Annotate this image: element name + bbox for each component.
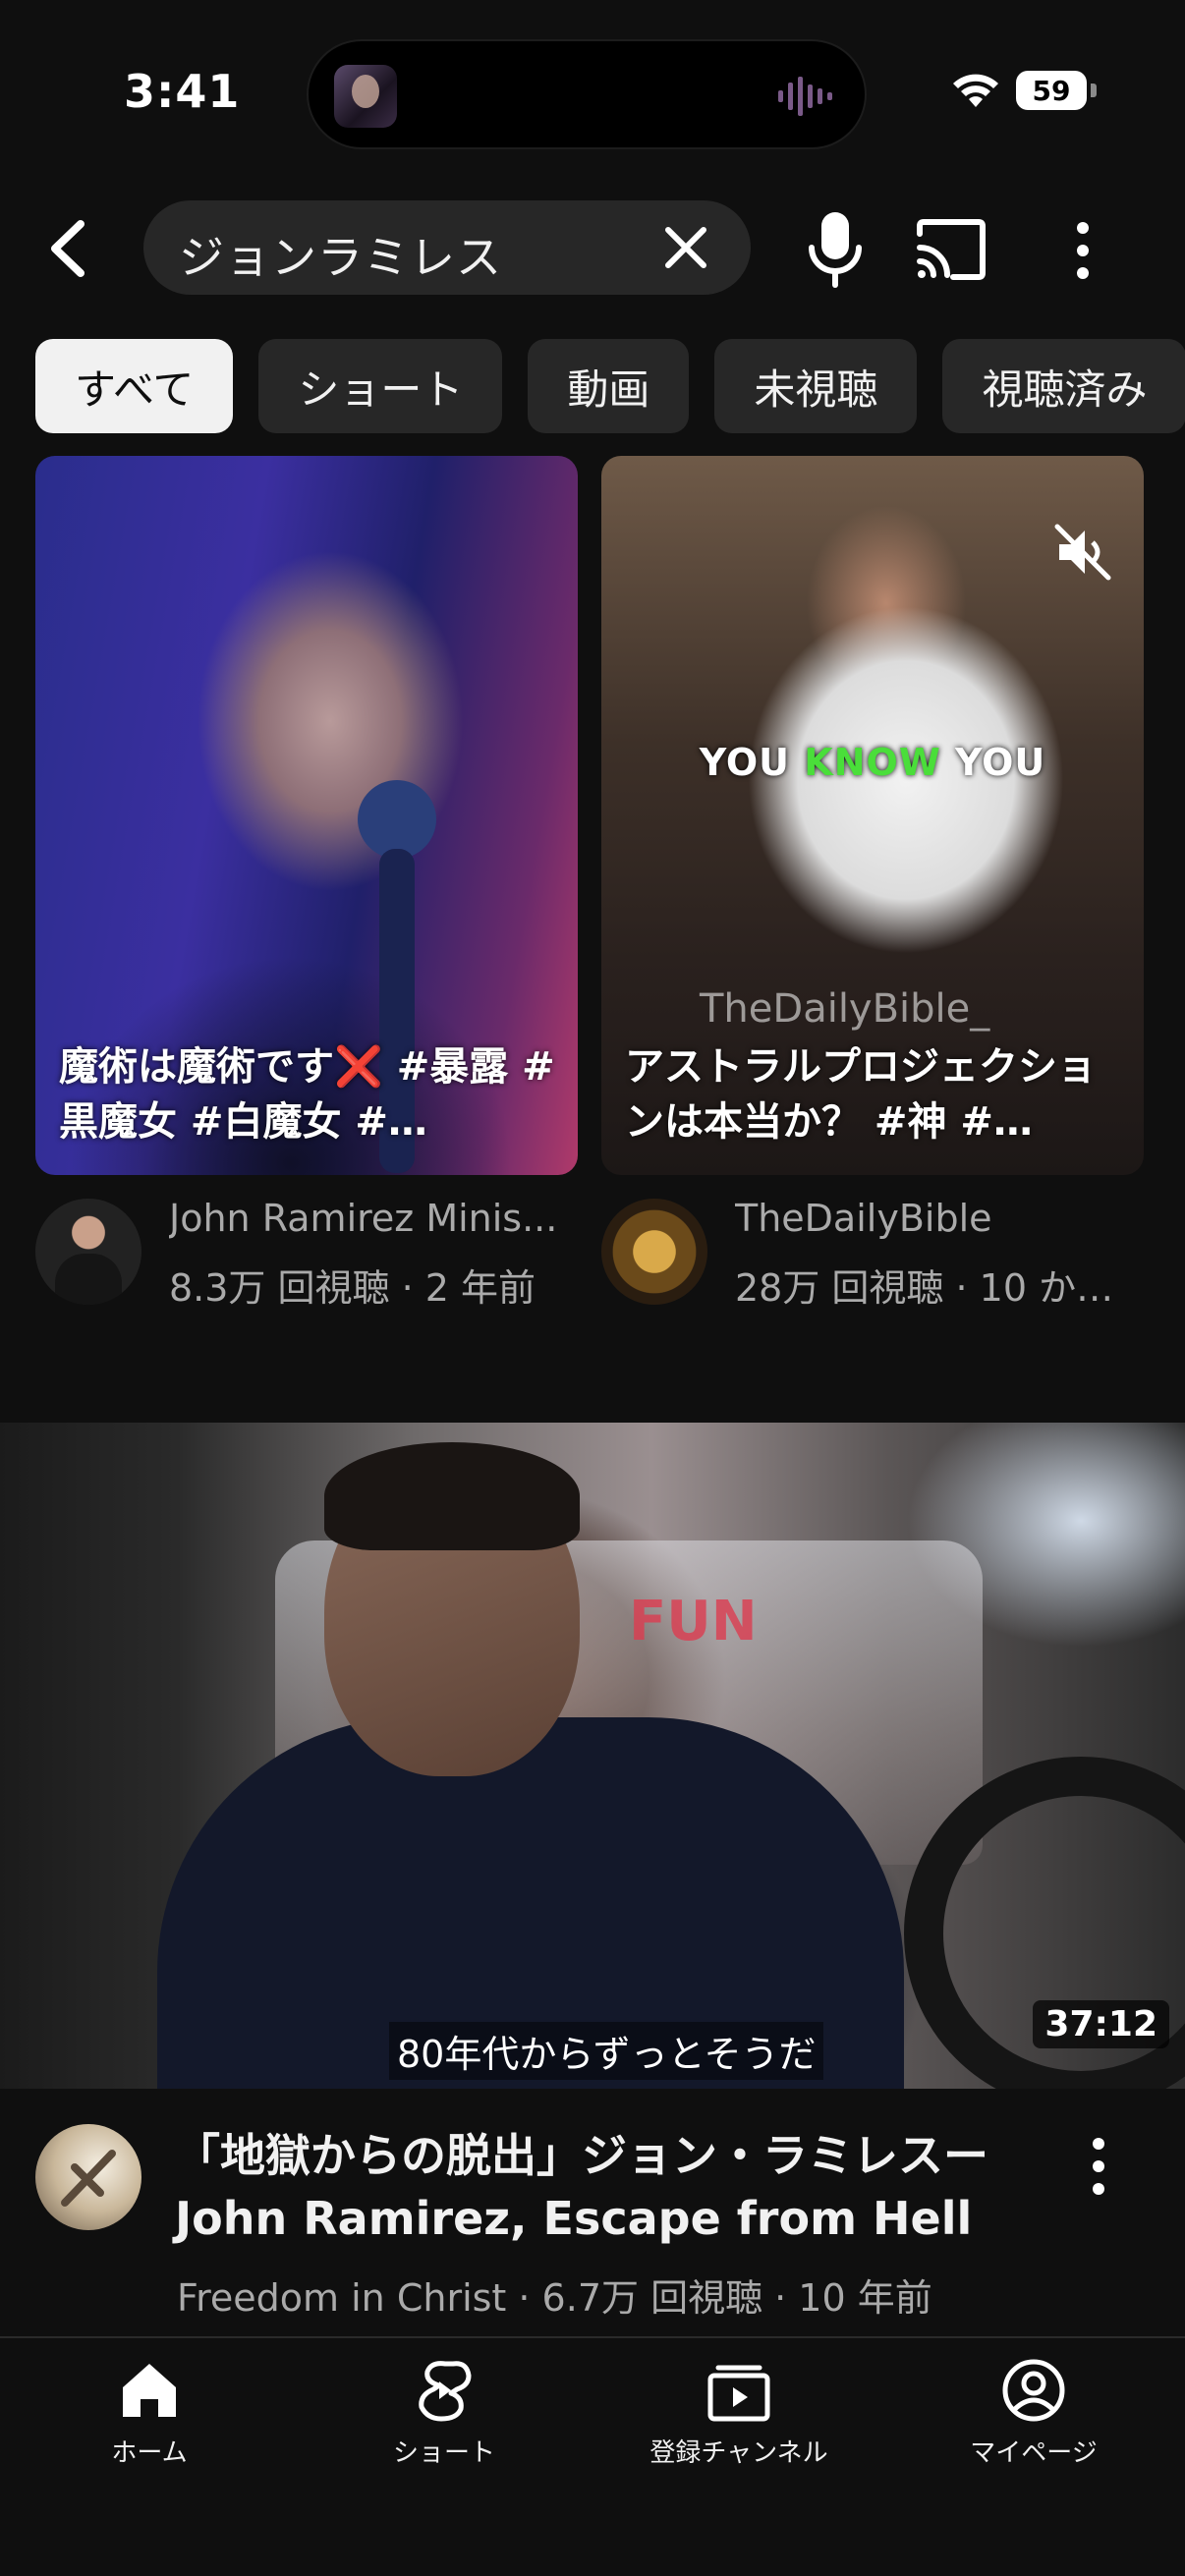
video-subtitle: 80年代からずっとそうだ [389, 2022, 824, 2080]
search-header: ジョンラミレス [0, 196, 1185, 305]
nav-label: ホーム [111, 2438, 188, 2468]
channel-name[interactable]: John Ramirez Minis... [169, 1197, 578, 1240]
nav-label: 登録チャンネル [649, 2438, 828, 2468]
nav-shorts[interactable]: ショート [326, 2358, 562, 2486]
channel-avatar[interactable] [601, 1199, 707, 1305]
more-options-icon[interactable] [1063, 216, 1102, 285]
filter-chips: すべて ショート 動画 未視聴 視聴済み [35, 339, 1185, 433]
status-bar: 3:41 59 [0, 0, 1185, 187]
now-playing-thumbnail [334, 65, 397, 128]
nav-subscriptions[interactable]: 登録チャンネル [621, 2358, 857, 2486]
nav-my-page[interactable]: マイページ [916, 2358, 1152, 2486]
bottom-navigation: ホーム ショート 登録チャンネル マイページ [0, 2336, 1185, 2576]
chip-shorts[interactable]: ショート [258, 339, 503, 433]
nav-label: ショート [392, 2438, 495, 2468]
video-more-options-icon[interactable] [1079, 2132, 1118, 2201]
nav-home[interactable]: ホーム [31, 2358, 267, 2486]
nav-label: マイページ [970, 2438, 1098, 2468]
search-input[interactable]: ジョンラミレス [143, 200, 751, 295]
back-button[interactable] [37, 214, 96, 283]
short-thumbnail[interactable]: 魔術は魔術です❌ #暴露 #黒魔女 #白魔女 #… [35, 456, 578, 1175]
shorts-icon [419, 2361, 472, 2422]
chip-all[interactable]: すべて [35, 339, 234, 433]
short-meta: TheDailyBible 28万 回視聴 · 10 か… [601, 1197, 1144, 1310]
channel-avatar[interactable] [35, 1199, 141, 1305]
view-stats: 28万 回視聴 · 10 か… [735, 1266, 1114, 1310]
chip-unwatched[interactable]: 未視聴 [714, 339, 918, 433]
dynamic-island[interactable] [307, 39, 867, 149]
wifi-icon [953, 74, 998, 107]
video-title[interactable]: 「地獄からの脱出」ジョン・ラミレスーJohn Ramirez, Escape f… [175, 2124, 1040, 2250]
audio-waveform-icon [778, 77, 832, 116]
account-icon [1002, 2359, 1065, 2422]
channel-name[interactable]: TheDailyBible [735, 1197, 1144, 1240]
battery-indicator: 59 [1016, 71, 1097, 110]
status-indicators: 59 [951, 69, 1097, 112]
battery-level: 59 [1016, 71, 1087, 110]
home-icon [123, 2364, 176, 2417]
voice-search-icon[interactable] [804, 208, 867, 291]
status-time: 3:41 [124, 65, 241, 118]
clear-search-icon[interactable] [662, 224, 709, 271]
video-thumbnail[interactable]: FUN 80年代からずっとそうだ 37:12 [0, 1423, 1185, 2089]
chip-watched[interactable]: 視聴済み [942, 339, 1185, 433]
search-query: ジョンラミレス [179, 231, 502, 284]
video-caption-overlay: YOU KNOW YOU [699, 741, 1046, 784]
subscriptions-icon [707, 2365, 770, 2422]
video-meta: 「地獄からの脱出」ジョン・ラミレスーJohn Ramirez, Escape f… [0, 2120, 1185, 2320]
short-thumbnail[interactable]: YOU KNOW YOU TheDailyBible_ アストラルプロジェクショ… [601, 456, 1144, 1175]
storefront-sign: FUN [629, 1590, 758, 1653]
cast-icon[interactable] [914, 218, 987, 281]
back-arrow-icon [51, 220, 85, 277]
short-meta: John Ramirez Minis... 8.3万 回視聴 · 2 年前 [35, 1197, 578, 1310]
video-duration: 37:12 [1033, 2000, 1169, 2048]
view-stats: 8.3万 回視聴 · 2 年前 [169, 1266, 536, 1310]
channel-watermark: TheDailyBible_ [700, 986, 990, 1032]
chip-videos[interactable]: 動画 [528, 339, 690, 433]
cross-icon [61, 2150, 116, 2207]
muted-icon[interactable] [1051, 521, 1114, 584]
video-channel-stats: Freedom in Christ · 6.7万 回視聴 · 10 年前 [177, 2276, 932, 2320]
short-title: アストラルプロジェクションは本当か？ #神 #… [625, 1044, 1097, 1145]
short-title: 魔術は魔術です❌ #暴露 #黒魔女 #白魔女 #… [59, 1044, 555, 1145]
channel-avatar[interactable] [35, 2124, 141, 2230]
